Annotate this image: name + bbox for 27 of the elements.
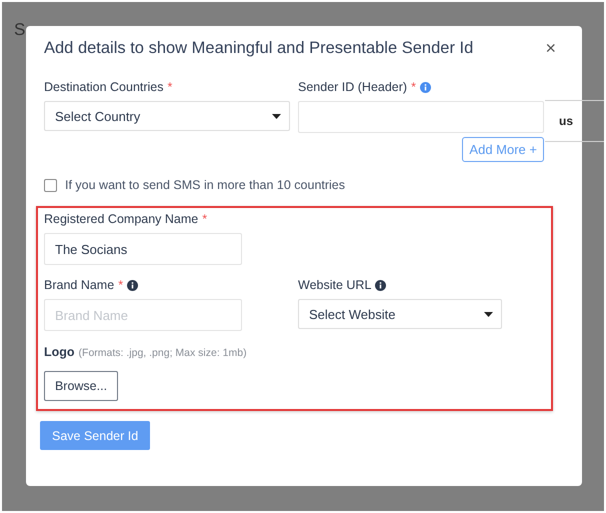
- required-mark: *: [202, 212, 208, 226]
- sender-id-field[interactable]: [298, 101, 544, 133]
- dialog-title: Add details to show Meaningful and Presentable Sender Id: [44, 39, 474, 58]
- checkbox-label: If you want to send SMS in more than 10 countries: [65, 178, 346, 192]
- required-mark: *: [411, 80, 416, 94]
- caret-icon: [484, 312, 493, 316]
- info-icon[interactable]: [375, 280, 386, 290]
- logo-hint: (Formats: .jpg, .png; Max size: 1mb): [78, 347, 247, 359]
- field-label: Destination Countries: [44, 80, 164, 94]
- page-title: S: [14, 20, 26, 40]
- logo-label: Logo: [44, 345, 75, 359]
- info-icon[interactable]: [127, 280, 138, 290]
- required-mark: *: [118, 278, 124, 292]
- country-select[interactable]: Select Country: [44, 101, 290, 131]
- field-label: Brand Name: [44, 278, 114, 292]
- caret-icon: [272, 114, 281, 118]
- field-label: Registered Company Name: [44, 212, 198, 226]
- browse-button[interactable]: Browse...: [44, 371, 118, 401]
- field-label: Sender ID (Header): [298, 80, 408, 94]
- checkbox[interactable]: [44, 178, 57, 192]
- field-label: Website URL: [298, 278, 372, 292]
- required-mark: *: [168, 80, 172, 94]
- column-header: us: [559, 114, 574, 128]
- website-select[interactable]: Select Website: [298, 299, 502, 329]
- brand-name-field[interactable]: Brand Name: [44, 299, 242, 331]
- close-button[interactable]: ×: [545, 38, 564, 59]
- company-name-field[interactable]: The Socians: [44, 233, 242, 265]
